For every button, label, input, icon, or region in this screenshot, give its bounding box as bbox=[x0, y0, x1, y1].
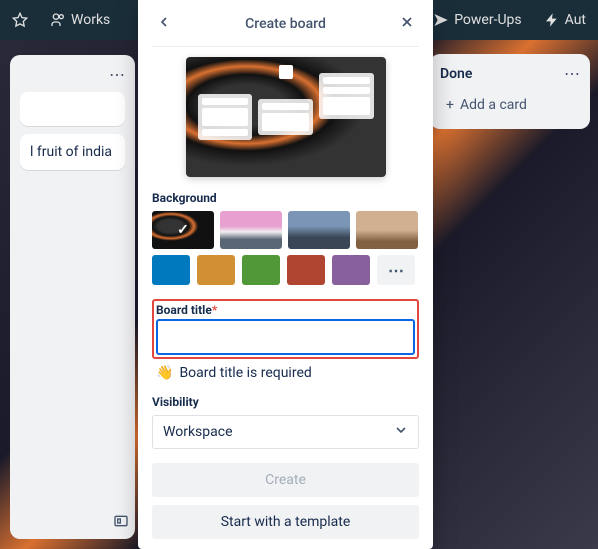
list-menu-icon[interactable]: ⋯ bbox=[109, 65, 125, 84]
plus-icon: + bbox=[446, 97, 454, 113]
board-preview bbox=[186, 57, 386, 177]
visibility-select[interactable]: Workspace bbox=[152, 415, 419, 449]
board-title-label: Board title* bbox=[156, 303, 415, 317]
add-card-button[interactable]: + Add a card bbox=[440, 91, 580, 119]
title-error-message: 👋 Board title is required bbox=[152, 365, 419, 381]
board-title-input[interactable] bbox=[156, 319, 415, 355]
list-card-item[interactable]: l fruit of india bbox=[20, 134, 125, 170]
wave-icon: 👋 bbox=[156, 365, 173, 381]
visibility-label: Visibility bbox=[152, 395, 419, 409]
bg-image-option[interactable] bbox=[152, 211, 214, 249]
start-template-button[interactable]: Start with a template bbox=[152, 505, 419, 539]
star-button[interactable] bbox=[6, 8, 34, 32]
close-button[interactable] bbox=[397, 12, 417, 36]
workspace-button[interactable]: Works bbox=[44, 8, 116, 32]
bg-color-option[interactable] bbox=[332, 255, 370, 285]
bg-color-option[interactable] bbox=[152, 255, 190, 285]
bg-image-option[interactable] bbox=[220, 211, 282, 249]
bg-image-option[interactable] bbox=[356, 211, 418, 249]
bg-color-option[interactable] bbox=[287, 255, 325, 285]
back-button[interactable] bbox=[154, 12, 174, 36]
modal-header: Create board bbox=[152, 10, 419, 47]
background-colors-row: ⋯ bbox=[152, 255, 419, 285]
bg-color-option[interactable] bbox=[242, 255, 280, 285]
list-column-done: Done ⋯ + Add a card bbox=[430, 54, 590, 129]
list-column-left: ⋯ l fruit of india bbox=[10, 55, 135, 539]
template-icon[interactable] bbox=[113, 513, 129, 533]
list-menu-icon[interactable]: ⋯ bbox=[564, 64, 580, 83]
workspace-label: Works bbox=[71, 12, 110, 28]
bg-color-option[interactable] bbox=[197, 255, 235, 285]
powerups-button[interactable]: Power-Ups bbox=[427, 8, 527, 32]
automation-label: Aut bbox=[565, 12, 586, 28]
trello-icon bbox=[279, 65, 293, 79]
more-colors-button[interactable]: ⋯ bbox=[377, 255, 415, 285]
list-title[interactable]: Done bbox=[440, 66, 472, 82]
background-label: Background bbox=[152, 191, 419, 205]
powerups-label: Power-Ups bbox=[454, 12, 521, 28]
list-card-item[interactable] bbox=[20, 92, 125, 126]
title-input-highlight: Board title* bbox=[152, 299, 419, 359]
background-images-row bbox=[152, 211, 419, 249]
create-button[interactable]: Create bbox=[152, 463, 419, 497]
visibility-select-wrap: Workspace bbox=[152, 415, 419, 449]
create-board-modal: Create board Background ⋯ Board title* 👋… bbox=[138, 0, 433, 549]
bg-image-option[interactable] bbox=[288, 211, 350, 249]
automation-button[interactable]: Aut bbox=[538, 8, 592, 32]
modal-title: Create board bbox=[174, 16, 397, 32]
